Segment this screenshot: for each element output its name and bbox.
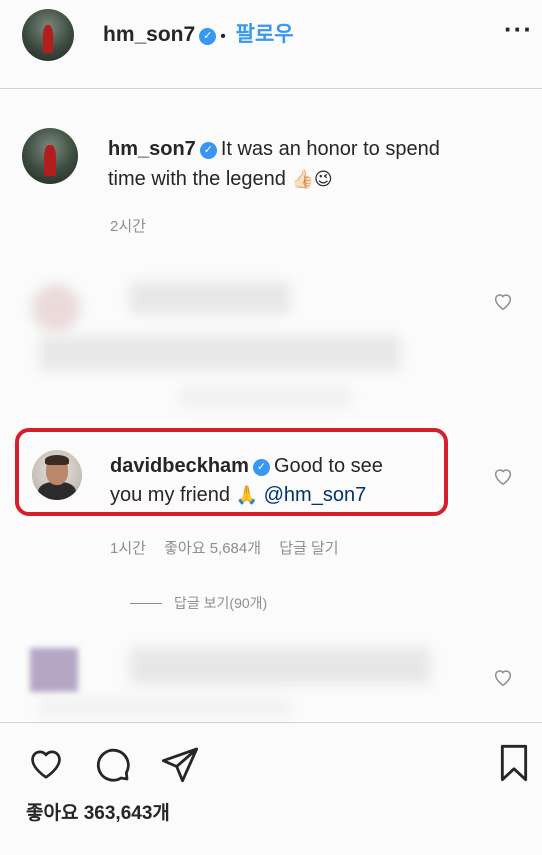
blurred-avatar [30,648,78,692]
caption-text-line2: time with the legend [108,168,286,190]
comment-like-icon[interactable] [492,465,514,487]
blurred-text [180,388,350,406]
blurred-avatar [32,284,80,332]
blurred-text [40,336,400,370]
verified-badge-icon: ✓ [199,142,217,159]
comment-text-line2: you my friend [110,484,231,506]
likes-count[interactable]: 좋아요 363,643개 [26,798,170,825]
comment-likes[interactable]: 좋아요 5,684개 [164,540,261,557]
view-replies-label: 답글 보기(90개) [174,595,268,611]
caption-username[interactable]: hm_son7 [108,138,196,160]
comment-mention[interactable]: @hm_son7 [264,484,367,506]
header-username[interactable]: hm_son7 [103,23,195,46]
more-dots-icon[interactable]: ··· [504,14,533,45]
header-divider [0,88,542,89]
actions-divider [0,722,542,723]
verified-badge-icon: ✓ [199,28,217,45]
view-replies-button[interactable]: 답글 보기(90개) [130,593,267,613]
comment-username[interactable]: davidbeckham [110,455,249,477]
comment-bubble-icon[interactable] [92,744,132,784]
caption-avatar[interactable] [22,128,78,184]
blurred-text [40,700,290,714]
header-avatar[interactable] [22,9,74,61]
comment-like-icon[interactable] [492,290,514,312]
caption-emoji: 👍🏻😉 [291,169,333,189]
caption-time: 2시간 [110,218,146,235]
comment-avatar[interactable] [32,450,82,500]
follow-button[interactable]: 팔로우 [236,23,294,46]
comment-time: 1시간 [110,540,146,557]
comment-like-icon[interactable] [492,666,514,688]
paper-plane-icon[interactable] [160,744,200,784]
view-replies-line [130,603,162,604]
bookmark-icon[interactable] [494,741,534,785]
comment-emoji: 🙏 [235,485,259,505]
caption-text-line1: It was an honor to spend [220,138,440,160]
verified-badge-icon: ✓ [252,459,270,476]
reply-button[interactable]: 답글 달기 [279,540,338,557]
comment-text-line1: Good to see [273,455,383,477]
blurred-text [130,282,290,314]
blurred-text [130,648,430,684]
post-header: hm_son7 ✓ • 팔로우 ··· [0,0,542,70]
header-separator: • [220,28,226,45]
heart-outline-icon[interactable] [26,744,66,782]
